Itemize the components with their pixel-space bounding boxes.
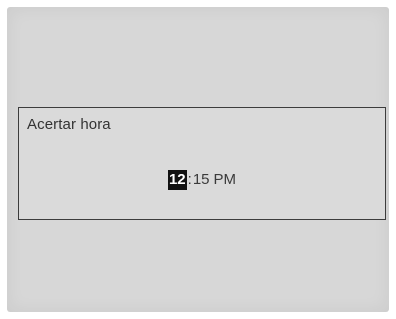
hour-field[interactable]: 12 (167, 170, 187, 191)
minute-field[interactable]: 15 (193, 170, 210, 190)
time-display: 12:15 PM (19, 170, 385, 191)
dialog-title: Acertar hora (27, 116, 111, 133)
display-screen: Acertar hora 12:15 PM (7, 7, 389, 312)
ampm-field[interactable]: PM (214, 170, 237, 190)
set-time-dialog: Acertar hora 12:15 PM (18, 107, 386, 220)
time-separator: : (187, 171, 192, 189)
